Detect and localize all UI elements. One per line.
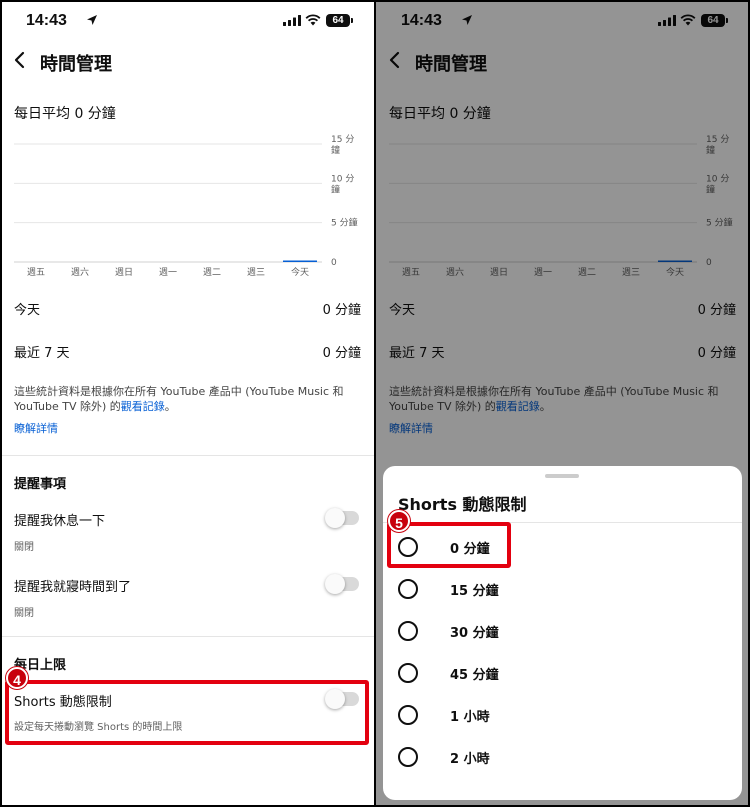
- chart-bar: [19, 261, 53, 263]
- option-15-minutes[interactable]: 15 分鐘: [383, 568, 742, 610]
- chart-bar: [151, 261, 185, 263]
- today-label: 今天: [14, 303, 41, 318]
- radio-button[interactable]: [398, 663, 418, 683]
- chart-x-tick-label: 週日: [115, 267, 133, 278]
- back-button[interactable]: [10, 50, 30, 70]
- toggle-knob: [325, 508, 345, 528]
- step-badge: 5: [388, 510, 410, 532]
- bedtime-reminder-status: 關閉: [14, 608, 34, 619]
- chart-bar: [107, 261, 141, 263]
- chart-bar: [283, 260, 317, 262]
- radio-button[interactable]: [398, 705, 418, 725]
- description-end: 。: [164, 400, 176, 413]
- location-arrow-icon: [87, 15, 97, 25]
- radio-button[interactable]: [398, 747, 418, 767]
- status-bar: 14:43 64: [0, 0, 375, 44]
- chart-x-tick-label: 週一: [159, 267, 177, 278]
- option-30-minutes[interactable]: 30 分鐘: [383, 610, 742, 652]
- chart-y-tick-label: 10 分鐘: [331, 173, 354, 195]
- chart-y-tick-label: 0: [331, 258, 337, 268]
- radio-button[interactable]: [398, 621, 418, 641]
- bedtime-reminder-label: 提醒我就寢時間到了: [14, 580, 132, 595]
- chart-canvas: 15 分鐘 10 分鐘 5 分鐘 0 週五 週六 週日 週一 週二 週三 今天: [14, 134, 358, 278]
- shorts-limit-sheet: Shorts 動態限制 0 分鐘 15 分鐘 30 分鐘 45 分鐘 1 小時 …: [383, 466, 742, 800]
- sheet-title: Shorts 動態限制: [398, 495, 527, 514]
- bedtime-reminder-toggle[interactable]: [325, 574, 359, 594]
- chart-x-tick-label: 週六: [71, 266, 89, 278]
- watch-history-link[interactable]: 觀看記錄: [121, 400, 165, 413]
- toggle-knob: [325, 574, 345, 594]
- option-label: 30 分鐘: [450, 626, 499, 641]
- cellular-signal-icon: [283, 15, 301, 26]
- chart-bar: [239, 261, 273, 263]
- break-reminder-toggle[interactable]: [325, 508, 359, 528]
- last7-value: 0 分鐘: [322, 346, 361, 361]
- chart-x-tick-label: 週五: [27, 267, 45, 278]
- break-reminder-status: 關閉: [14, 542, 34, 553]
- right-screen: 14:43 64 時間管理 每日平均 0 分鐘 15 分鐘 10 分鐘 5 分鐘 0 週…: [375, 0, 750, 807]
- page-title: 時間管理: [40, 54, 112, 75]
- stats-description: 這些統計資料是根據你在所有 YouTube 產品中 (YouTube Music…: [14, 384, 344, 414]
- radio-button[interactable]: [398, 579, 418, 599]
- battery-icon: 64: [326, 14, 353, 27]
- left-screen: 14:43 64 時間管理 每日平均 0 分鐘 15 分鐘 10 分鐘 5 分鐘 0 週…: [0, 0, 375, 807]
- break-reminder-label: 提醒我休息一下: [14, 514, 106, 529]
- highlight-box: [5, 680, 369, 745]
- chart-x-tick-label: 今天: [291, 266, 309, 278]
- option-1-hour[interactable]: 1 小時: [383, 694, 742, 736]
- learn-more-link[interactable]: 瞭解詳情: [14, 420, 58, 436]
- option-label: 15 分鐘: [450, 584, 499, 599]
- last7-label: 最近 7 天: [14, 346, 70, 361]
- divider: [0, 455, 375, 456]
- wifi-icon: [305, 14, 321, 26]
- chart-bar: [195, 261, 229, 263]
- step-badge: 4: [6, 667, 28, 689]
- option-label: 2 小時: [450, 752, 490, 767]
- option-label: 1 小時: [450, 710, 490, 725]
- option-2-hours[interactable]: 2 小時: [383, 736, 742, 778]
- daily-average: 每日平均 0 分鐘: [14, 106, 116, 122]
- description-text: 這些統計資料是根據你在所有 YouTube 產品中 (YouTube Music…: [14, 385, 344, 413]
- today-value: 0 分鐘: [322, 303, 361, 318]
- chart-y-tick-label: 15 分鐘: [331, 134, 354, 156]
- status-time: 14:43: [26, 12, 67, 29]
- chart-y-tick-label: 5 分鐘: [331, 217, 358, 229]
- option-45-minutes[interactable]: 45 分鐘: [383, 652, 742, 694]
- weekly-chart: 15 分鐘 10 分鐘 5 分鐘 0 週五 週六 週日 週一 週二 週三 今天: [0, 125, 375, 285]
- reminders-title: 提醒事項: [14, 477, 67, 492]
- divider: [0, 636, 375, 637]
- option-label: 45 分鐘: [450, 668, 499, 683]
- chart-x-tick-label: 週三: [247, 267, 265, 278]
- chart-bar: [63, 261, 97, 263]
- chart-x-tick-label: 週二: [203, 267, 221, 278]
- sheet-drag-handle[interactable]: [545, 474, 579, 478]
